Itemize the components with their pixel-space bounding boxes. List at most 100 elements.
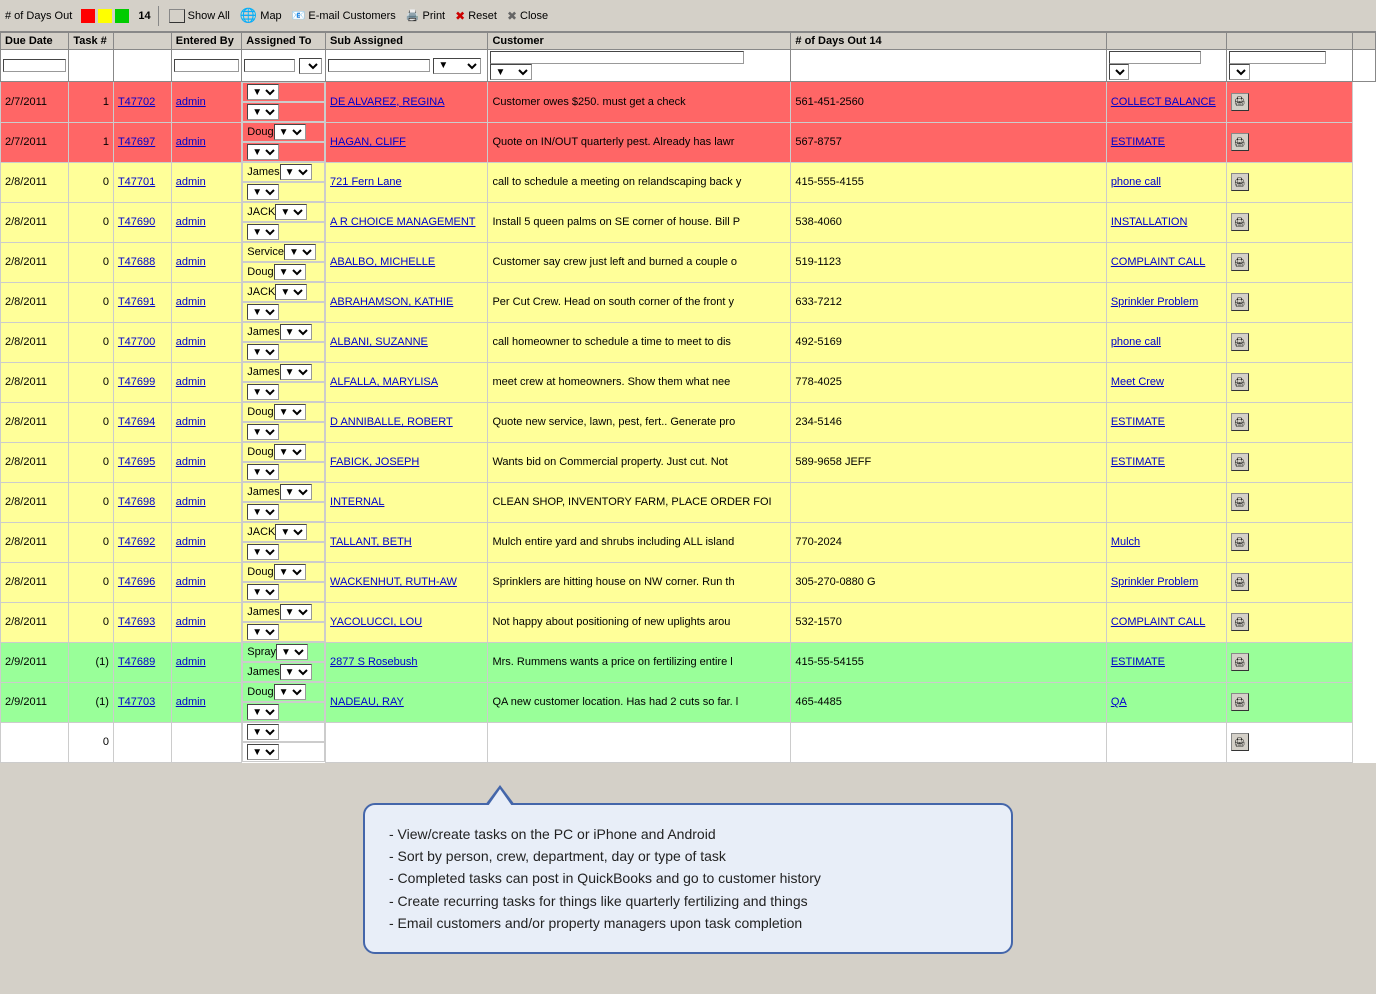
cell-task-type[interactable]: COLLECT BALANCE — [1106, 82, 1226, 123]
cell-sub-assigned[interactable]: ▼ — [242, 342, 325, 362]
cell-assigned-to[interactable]: Doug▼ — [242, 122, 325, 142]
sub-assigned-select[interactable]: ▼ — [247, 304, 279, 320]
cell-sub-assigned[interactable]: ▼ — [242, 182, 325, 202]
close-button[interactable]: ✖ Close — [504, 7, 551, 25]
cell-action[interactable]: 🖨 — [1226, 642, 1352, 682]
cell-task-id[interactable]: T47695 — [113, 442, 171, 482]
cell-task-id[interactable]: T47699 — [113, 362, 171, 402]
cell-sub-assigned[interactable]: Doug▼ — [242, 262, 325, 282]
assigned-select[interactable]: ▼ — [280, 324, 312, 340]
cell-assigned-to[interactable]: Doug▼ — [242, 402, 325, 422]
task-id-link[interactable]: T47695 — [118, 456, 155, 468]
cell-task-type[interactable]: INSTALLATION — [1106, 202, 1226, 242]
task-id-link[interactable]: T47689 — [118, 656, 155, 668]
customer-link[interactable]: D ANNIBALLE, ROBERT — [330, 416, 453, 428]
cell-action[interactable]: 🖨 — [1226, 322, 1352, 362]
filter-sub-assigned[interactable]: ▼ — [326, 50, 488, 82]
cell-assigned-to[interactable]: Doug▼ — [242, 682, 325, 702]
filter-customer-select[interactable]: ▼ — [490, 64, 532, 80]
customer-link[interactable]: ALFALLA, MARYLISA — [330, 376, 438, 388]
cell-sub-assigned[interactable]: ▼ — [242, 462, 325, 482]
cell-task-id[interactable]: T47689 — [113, 642, 171, 682]
task-id-link[interactable]: T47703 — [118, 696, 155, 708]
cell-task-id[interactable]: T47702 — [113, 82, 171, 123]
cell-task-id[interactable]: T47691 — [113, 282, 171, 322]
action-button[interactable]: 🖨 — [1231, 613, 1249, 631]
task-type-link[interactable]: ESTIMATE — [1111, 456, 1165, 468]
task-type-link[interactable]: INSTALLATION — [1111, 216, 1188, 228]
assigned-select[interactable]: ▼ — [274, 564, 306, 580]
cell-task-type[interactable]: Meet Crew — [1106, 362, 1226, 402]
customer-link[interactable]: DE ALVAREZ, REGINA — [330, 96, 445, 108]
customer-link[interactable]: YACOLUCCI, LOU — [330, 616, 422, 628]
task-type-link[interactable]: Sprinkler Problem — [1111, 576, 1198, 588]
assigned-select[interactable]: ▼ — [275, 204, 307, 220]
cell-action[interactable]: 🖨 — [1226, 602, 1352, 642]
cell-customer[interactable]: ABRAHAMSON, KATHIE — [326, 282, 488, 322]
sub-assigned-select[interactable]: ▼ — [247, 184, 279, 200]
cell-sub-assigned[interactable]: ▼ — [242, 422, 325, 442]
filter-phone-select[interactable]: ▼ — [1109, 64, 1130, 80]
cell-task-type[interactable]: phone call — [1106, 322, 1226, 362]
sub-assigned-select[interactable]: ▼ — [247, 384, 279, 400]
cell-action[interactable]: 🖨 — [1226, 82, 1352, 123]
cell-task-id[interactable] — [113, 722, 171, 762]
cell-assigned-to[interactable]: JACK▼ — [242, 522, 325, 542]
customer-link[interactable]: INTERNAL — [330, 496, 384, 508]
sub-assigned-select[interactable]: ▼ — [247, 584, 279, 600]
assigned-select[interactable]: ▼ — [274, 444, 306, 460]
filter-phone-input[interactable] — [1109, 51, 1201, 64]
cell-customer[interactable]: TALLANT, BETH — [326, 522, 488, 562]
cell-task-type[interactable]: COMPLAINT CALL — [1106, 602, 1226, 642]
task-type-link[interactable]: ESTIMATE — [1111, 416, 1165, 428]
cell-action[interactable]: 🖨 — [1226, 202, 1352, 242]
entered-by-link[interactable]: admin — [176, 256, 206, 268]
cell-assigned-to[interactable]: James▼ — [242, 162, 325, 182]
cell-sub-assigned[interactable]: ▼ — [242, 742, 325, 762]
cell-sub-assigned[interactable]: ▼ — [242, 582, 325, 602]
sub-assigned-select[interactable]: ▼ — [247, 704, 279, 720]
task-type-link[interactable]: Mulch — [1111, 536, 1140, 548]
cell-assigned-to[interactable]: James▼ — [242, 482, 325, 502]
sub-assigned-select[interactable]: ▼ — [247, 144, 279, 160]
cell-customer[interactable]: DE ALVAREZ, REGINA — [326, 82, 488, 123]
sub-assigned-select[interactable]: ▼ — [247, 744, 279, 760]
cell-customer[interactable]: HAGAN, CLIFF — [326, 122, 488, 162]
cell-action[interactable]: 🖨 — [1226, 282, 1352, 322]
cell-customer[interactable] — [326, 722, 488, 762]
cell-customer[interactable]: ABALBO, MICHELLE — [326, 242, 488, 282]
action-button[interactable]: 🖨 — [1231, 533, 1249, 551]
cell-action[interactable]: 🖨 — [1226, 162, 1352, 202]
entered-by-link[interactable]: admin — [176, 96, 206, 108]
sub-assigned-select[interactable]: ▼ — [247, 344, 279, 360]
customer-link[interactable]: 721 Fern Lane — [330, 176, 402, 188]
filter-entered-input[interactable] — [174, 59, 240, 72]
cell-customer[interactable]: 721 Fern Lane — [326, 162, 488, 202]
filter-due-date[interactable] — [1, 50, 69, 82]
cell-customer[interactable]: A R CHOICE MANAGEMENT — [326, 202, 488, 242]
reset-button[interactable]: ✖ Reset — [452, 7, 500, 25]
cell-customer[interactable]: 2877 S Rosebush — [326, 642, 488, 682]
cell-sub-assigned[interactable]: ▼ — [242, 502, 325, 522]
cell-task-id[interactable]: T47697 — [113, 122, 171, 162]
task-type-link[interactable]: COMPLAINT CALL — [1111, 256, 1206, 268]
task-id-link[interactable]: T47696 — [118, 576, 155, 588]
entered-by-link[interactable]: admin — [176, 136, 206, 148]
sub-assigned-select[interactable]: ▼ — [274, 264, 306, 280]
cell-sub-assigned[interactable]: James▼ — [242, 662, 325, 682]
filter-type[interactable]: ▼ — [1226, 50, 1352, 82]
entered-by-link[interactable]: admin — [176, 496, 206, 508]
cell-assigned-to[interactable]: Service▼ — [242, 242, 325, 262]
customer-link[interactable]: HAGAN, CLIFF — [330, 136, 406, 148]
entered-by-link[interactable]: admin — [176, 456, 206, 468]
action-button[interactable]: 🖨 — [1231, 733, 1249, 751]
assigned-select[interactable]: ▼ — [274, 684, 306, 700]
task-id-link[interactable]: T47694 — [118, 416, 155, 428]
customer-link[interactable]: ABRAHAMSON, KATHIE — [330, 296, 453, 308]
cell-action[interactable]: 🖨 — [1226, 722, 1352, 762]
cell-assigned-to[interactable]: Doug▼ — [242, 562, 325, 582]
cell-task-type[interactable]: Sprinkler Problem — [1106, 282, 1226, 322]
cell-task-type[interactable]: ESTIMATE — [1106, 402, 1226, 442]
cell-sub-assigned[interactable]: ▼ — [242, 102, 325, 122]
cell-task-type[interactable] — [1106, 482, 1226, 522]
